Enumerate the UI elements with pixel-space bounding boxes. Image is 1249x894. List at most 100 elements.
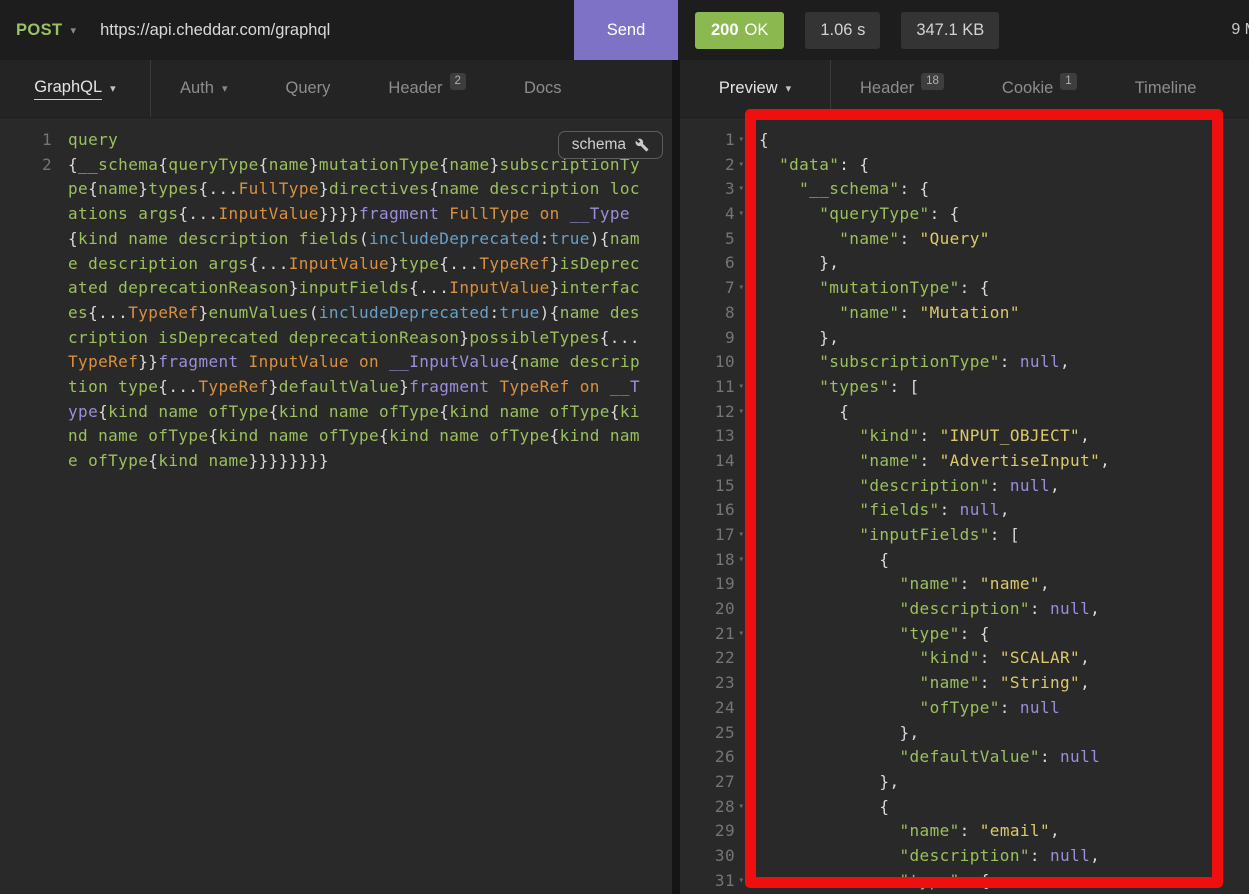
- code-text: },: [748, 770, 899, 795]
- code-text: "description": null,: [748, 844, 1100, 869]
- code-line: 2▾ "data": {: [680, 153, 1249, 178]
- fold-icon[interactable]: ▾: [735, 869, 748, 894]
- fold-spacer: [735, 844, 748, 869]
- tab-graphql[interactable]: GraphQL▾: [0, 60, 151, 117]
- code-text: "name": "name",: [748, 572, 1050, 597]
- code-line: 7▾ "mutationType": {: [680, 276, 1249, 301]
- fold-icon[interactable]: ▾: [735, 128, 748, 153]
- code-line: 12▾ {: [680, 400, 1249, 425]
- code-line: 17▾ "inputFields": [: [680, 523, 1249, 548]
- method-label: POST: [16, 21, 63, 40]
- code-text: {: [748, 400, 849, 425]
- line-number: 20: [680, 597, 735, 622]
- fold-icon[interactable]: ▾: [735, 153, 748, 178]
- fold-icon[interactable]: ▾: [735, 795, 748, 820]
- line-number: 22: [680, 646, 735, 671]
- response-pane: Preview▾Header18Cookie1Timeline 1▾{2▾ "d…: [680, 60, 1249, 894]
- code-line: 24 "ofType": null: [680, 696, 1249, 721]
- tab-docs[interactable]: Docs: [495, 60, 591, 117]
- code-text: "ofType": null: [748, 696, 1060, 721]
- tab-count-badge: 18: [921, 73, 944, 91]
- code-text: "type": {: [748, 622, 990, 647]
- chevron-down-icon: ▾: [71, 24, 77, 37]
- tab-label: Preview: [719, 79, 778, 98]
- code-line: 21▾ "type": {: [680, 622, 1249, 647]
- line-number: 30: [680, 844, 735, 869]
- line-number: 11: [680, 375, 735, 400]
- tab-preview[interactable]: Preview ▾: [680, 60, 831, 117]
- code-text: "queryType": {: [748, 202, 960, 227]
- tab-label: Auth: [180, 79, 214, 98]
- fold-icon[interactable]: ▾: [735, 276, 748, 301]
- method-dropdown[interactable]: POST ▾: [16, 21, 76, 40]
- status-badge: 200 OK: [695, 12, 784, 49]
- line-number: 23: [680, 671, 735, 696]
- code-text: "types": [: [748, 375, 920, 400]
- chevron-down-icon: ▾: [786, 82, 792, 95]
- code-line: 10 "subscriptionType": null,: [680, 350, 1249, 375]
- line-number: 6: [680, 251, 735, 276]
- response-preview-editor[interactable]: 1▾{2▾ "data": {3▾ "__schema": {4▾ "query…: [680, 118, 1249, 894]
- request-tabbar: GraphQL▾Auth▾QueryHeader2Docs: [0, 60, 672, 118]
- tab-label: Header: [388, 79, 442, 98]
- code-text: "kind": "INPUT_OBJECT",: [748, 424, 1090, 449]
- line-number: 29: [680, 819, 735, 844]
- fold-icon[interactable]: ▾: [735, 548, 748, 573]
- fold-icon[interactable]: ▾: [735, 400, 748, 425]
- tab-header[interactable]: Header18: [831, 60, 973, 117]
- line-number: 14: [680, 449, 735, 474]
- code-line: 20 "description": null,: [680, 597, 1249, 622]
- schema-button[interactable]: schema: [558, 131, 663, 159]
- line-number: 1: [0, 128, 52, 153]
- line-number: 1: [680, 128, 735, 153]
- fold-icon[interactable]: ▾: [735, 177, 748, 202]
- code-line: 31▾ "type": {: [680, 869, 1249, 894]
- code-text: "description": null,: [748, 597, 1100, 622]
- code-line: 27 },: [680, 770, 1249, 795]
- code-line: 28▾ {: [680, 795, 1249, 820]
- line-number: 25: [680, 721, 735, 746]
- pane-divider[interactable]: [672, 60, 680, 894]
- request-pane: GraphQL▾Auth▾QueryHeader2Docs 1query2{__…: [0, 60, 672, 894]
- code-line: 14 "name": "AdvertiseInput",: [680, 449, 1249, 474]
- chevron-down-icon: ▾: [110, 82, 116, 95]
- code-text: "inputFields": [: [748, 523, 1020, 548]
- line-number: 24: [680, 696, 735, 721]
- code-text: "subscriptionType": null,: [748, 350, 1070, 375]
- line-number: 5: [680, 227, 735, 252]
- tab-timeline[interactable]: Timeline: [1106, 60, 1226, 117]
- status-code: 200: [711, 21, 739, 40]
- code-line: 4▾ "queryType": {: [680, 202, 1249, 227]
- size-badge: 347.1 KB: [901, 12, 999, 49]
- code-text: "name": "AdvertiseInput",: [748, 449, 1110, 474]
- response-tabbar: Preview ▾ Header18Cookie1Timeline: [680, 60, 1249, 118]
- tab-header[interactable]: Header2: [359, 60, 495, 117]
- fold-icon[interactable]: ▾: [735, 622, 748, 647]
- url-input[interactable]: [100, 21, 574, 40]
- tab-auth[interactable]: Auth▾: [151, 60, 256, 117]
- tab-count-badge: 1: [1060, 73, 1076, 91]
- code-text: "name": "Query": [748, 227, 990, 252]
- fold-icon[interactable]: ▾: [735, 202, 748, 227]
- line-number: 19: [680, 572, 735, 597]
- code-text: query: [68, 128, 640, 153]
- code-text: "name": "String",: [748, 671, 1090, 696]
- fold-icon[interactable]: ▾: [735, 523, 748, 548]
- fold-spacer: [735, 819, 748, 844]
- send-button[interactable]: Send: [574, 0, 678, 60]
- tab-label: Query: [285, 79, 330, 98]
- tab-query[interactable]: Query: [256, 60, 359, 117]
- code-line: 1▾{: [680, 128, 1249, 153]
- code-text: "__schema": {: [748, 177, 930, 202]
- fold-icon[interactable]: ▾: [735, 375, 748, 400]
- line-number: 16: [680, 498, 735, 523]
- tab-label: Docs: [524, 79, 562, 98]
- line-number: 2: [0, 153, 52, 474]
- code-line: 8 "name": "Mutation": [680, 301, 1249, 326]
- tab-cookie[interactable]: Cookie1: [973, 60, 1106, 117]
- line-number: 26: [680, 745, 735, 770]
- fold-spacer: [735, 770, 748, 795]
- graphql-query-editor[interactable]: 1query2{__schema{queryType{name}mutation…: [0, 118, 672, 894]
- app-window: POST ▾ Send 200 OK 1.06 s 347.1 KB 9 M G…: [0, 0, 1249, 894]
- code-line: 5 "name": "Query": [680, 227, 1249, 252]
